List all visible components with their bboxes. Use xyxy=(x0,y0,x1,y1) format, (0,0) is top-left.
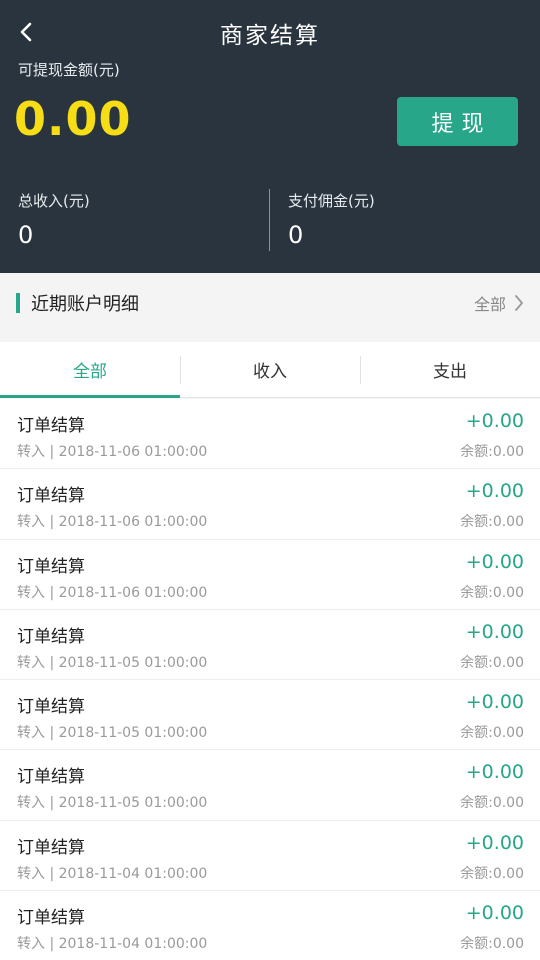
record-amount: +0.00 xyxy=(465,550,524,573)
list-item[interactable]: 订单结算 转入 | 2018-11-06 01:00:00 +0.00 余额:0… xyxy=(0,540,540,610)
record-amount: +0.00 xyxy=(465,410,524,432)
record-balance: 余额:0.00 xyxy=(460,865,524,882)
record-balance: 余额:0.00 xyxy=(460,584,524,601)
record-title: 订单结算 xyxy=(17,486,85,507)
section-marker xyxy=(16,293,20,313)
stat-divider xyxy=(269,189,270,251)
tab-income[interactable]: 收入 xyxy=(180,342,360,397)
record-detail: 转入 | 2018-11-05 01:00:00 xyxy=(17,725,208,742)
record-amount: +0.00 xyxy=(465,761,524,784)
record-title: 订单结算 xyxy=(17,556,85,577)
list-item[interactable]: 订单结算 转入 | 2018-11-06 01:00:00 +0.00 余额:0… xyxy=(0,469,540,540)
commission-value: 0 xyxy=(288,221,304,249)
commission-stat: 支付佣金(元) 0 xyxy=(288,190,375,249)
record-title: 订单结算 xyxy=(17,626,85,647)
total-income-value: 0 xyxy=(18,221,34,249)
record-amount: +0.00 xyxy=(465,831,524,854)
record-balance: 余额:0.00 xyxy=(460,444,524,460)
record-title: 订单结算 xyxy=(17,767,85,788)
list-item[interactable]: 订单结算 转入 | 2018-11-05 01:00:00 +0.00 余额:0… xyxy=(0,610,540,681)
record-detail: 转入 | 2018-11-06 01:00:00 xyxy=(17,514,208,531)
section-title: 近期账户明细 xyxy=(31,294,139,315)
record-amount: +0.00 xyxy=(465,480,524,503)
record-title: 订单结算 xyxy=(17,908,85,929)
view-all-label: 全部 xyxy=(473,295,506,314)
record-amount: +0.00 xyxy=(465,620,524,643)
list-item[interactable]: 订单结算 转入 | 2018-11-06 01:00:00 +0.00 余额:0… xyxy=(0,399,540,470)
record-detail: 转入 | 2018-11-04 01:00:00 xyxy=(17,865,208,882)
list-item[interactable]: 订单结算 转入 | 2018-11-04 01:00:00 +0.00 余额:0… xyxy=(0,891,540,960)
record-title: 订单结算 xyxy=(17,697,85,718)
record-detail: 转入 | 2018-11-04 01:00:00 xyxy=(17,936,208,953)
list-item[interactable]: 订单结算 转入 | 2018-11-04 01:00:00 +0.00 余额:0… xyxy=(0,821,540,892)
record-detail: 转入 | 2018-11-05 01:00:00 xyxy=(17,654,208,671)
record-amount: +0.00 xyxy=(465,691,524,714)
available-amount-label: 可提现金额(元) xyxy=(18,61,120,79)
record-detail: 转入 | 2018-11-06 01:00:00 xyxy=(17,444,208,460)
record-detail: 转入 | 2018-11-06 01:00:00 xyxy=(17,584,208,601)
record-balance: 余额:0.00 xyxy=(460,654,524,671)
recent-details-bar: 近期账户明细 全部 xyxy=(0,273,540,331)
available-amount-value: 0.00 xyxy=(14,92,132,146)
record-amount: +0.00 xyxy=(465,902,524,925)
list-item[interactable]: 订单结算 转入 | 2018-11-05 01:00:00 +0.00 余额:0… xyxy=(0,680,540,751)
record-balance: 余额:0.00 xyxy=(460,795,524,812)
chevron-right-icon xyxy=(515,295,523,311)
page-title: 商家结算 xyxy=(220,23,320,49)
filter-tabs: 全部 收入 支出 xyxy=(0,342,540,398)
view-all-link[interactable]: 全部 xyxy=(474,291,524,315)
total-income-stat: 总收入(元) 0 xyxy=(18,190,90,249)
record-title: 订单结算 xyxy=(17,416,85,436)
tab-expense[interactable]: 支出 xyxy=(360,342,540,397)
record-title: 订单结算 xyxy=(17,837,85,858)
record-detail: 转入 | 2018-11-05 01:00:00 xyxy=(17,795,208,812)
list-item[interactable]: 订单结算 转入 | 2018-11-05 01:00:00 +0.00 余额:0… xyxy=(0,750,540,821)
commission-label: 支付佣金(元) xyxy=(288,192,375,210)
tab-all[interactable]: 全部 xyxy=(0,342,180,398)
settlement-header: 商家结算 可提现金额(元) 0.00 提现 总收入(元) 0 支付佣金(元) 0 xyxy=(0,0,540,273)
total-income-label: 总收入(元) xyxy=(18,192,90,210)
withdraw-button[interactable]: 提现 xyxy=(397,97,518,146)
record-balance: 余额:0.00 xyxy=(460,936,524,953)
record-balance: 余额:0.00 xyxy=(460,725,524,742)
transaction-list: 订单结算 转入 | 2018-11-06 01:00:00 +0.00 余额:0… xyxy=(0,399,540,960)
record-balance: 余额:0.00 xyxy=(460,514,524,531)
